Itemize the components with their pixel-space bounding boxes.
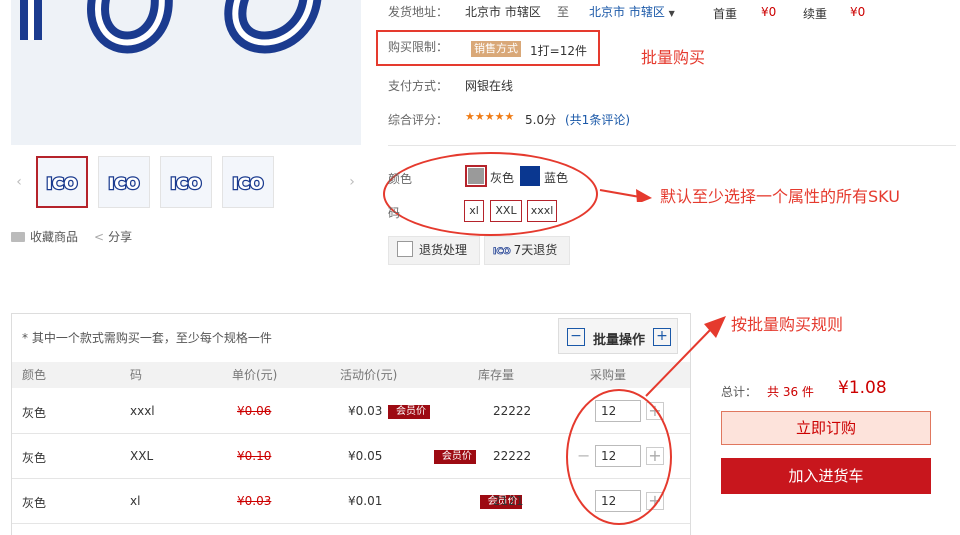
review-count-link[interactable]: (共1条评论) [565,111,630,128]
batch-note: * 其中一个款式需购买一套，至少每个规格一件 [22,331,272,345]
row-1-color: 灰色 [22,406,47,420]
return-service-tag: 退货处理 [388,236,480,265]
sku-highlight-ellipse [383,152,598,236]
arrow-annotation-icon [645,316,726,397]
row-1-stock: 22222 [493,404,532,418]
header-color: 颜色 [22,368,47,382]
payment-value: 网银在线 [465,79,514,93]
batch-operation-title: 批量操作 [593,333,646,348]
divider [388,145,956,146]
share-link[interactable]: < 分享 [94,229,132,245]
annotation-batch-rule: 按批量购买规则 [731,315,844,334]
thumbnail-1-logo: ICO [46,174,77,193]
batch-minus-button[interactable]: − [567,328,585,346]
add-to-cart-button[interactable]: 加入进货车 [721,458,931,494]
shipping-destination-select[interactable]: 北京市 市辖区 ▼ [589,3,675,20]
thumbnail-4-logo: ICO [232,174,263,193]
thumbnail-2[interactable]: ICO [98,156,150,208]
order-now-button[interactable]: 立即订购 [721,411,931,445]
thumbnail-3[interactable]: ICO [160,156,212,208]
color-option-gray-label: 灰色 [490,171,515,185]
arrow-annotation-icon [599,189,652,202]
thumbnail-1[interactable]: ICO [36,156,88,208]
total-amount: ¥1.08 [838,378,887,398]
size-option-xxl[interactable]: XXL [490,200,522,222]
seven-day-return-tag: ICO 7天退货 [484,236,570,265]
row-2-vip-badge: 会员价 [433,450,476,464]
shipping-from: 北京市 市辖区 [465,5,541,19]
shipping-to-separator: 至 [557,5,570,19]
row-3-color: 灰色 [22,496,47,510]
first-weight-price: ¥0 [761,5,777,19]
thumbnail-2-logo: ICO [108,174,139,193]
row-2-price: ¥0.10 [237,449,272,463]
share-label: 分享 [108,230,133,244]
header-promo-price: 活动价(元) [340,368,398,382]
row-2-color: 灰色 [22,451,47,465]
row-divider [12,523,690,524]
color-label: 颜色 [388,172,413,186]
row-2-size: XXL [130,449,154,463]
row-1-size: xxxl [130,404,155,418]
first-weight-label: 首重 [713,7,738,21]
annotation-batch-buy: 批量购买 [641,48,706,67]
favorite-link[interactable]: 收藏商品 [11,229,78,245]
thumb-next-button[interactable]: › [344,156,360,208]
thumb-prev-button[interactable]: ‹ [11,156,27,208]
row-2-stock: 22222 [493,449,532,463]
row-2-promo-price: ¥0.05 [348,449,383,463]
main-product-image [11,0,361,145]
folder-icon [11,232,25,242]
payment-label: 支付方式： [388,79,449,93]
shipping-label: 发货地址： [388,5,449,19]
thumbnail-4[interactable]: ICO [222,156,274,208]
extra-weight-price: ¥0 [850,5,866,19]
header-quantity: 采购量 [590,368,627,382]
return-service-label: 退货处理 [419,243,468,257]
total-count: 共 36 件 [767,385,814,399]
favorite-label: 收藏商品 [30,230,79,244]
sales-method-tag: 销售方式 [471,41,521,57]
chevron-down-icon: ▼ [668,9,675,18]
purchase-limit-rule: 1打=12件 [530,44,587,58]
checkbox-icon [397,241,413,257]
purchase-limit-label: 购买限制： [388,40,449,54]
row-1-price: ¥0.06 [237,404,272,418]
share-icon: < [94,230,105,244]
row-3-size: xl [130,494,141,508]
color-swatch-gray [468,168,484,184]
rating-label: 综合评分： [388,113,449,127]
rating-stars-icon: ★★★★★ [465,110,515,123]
rating-score: 5.0分 [525,113,557,127]
header-size: 码 [130,368,143,382]
annotation-default-sku: 默认至少选择一个属性的所有SKU [660,187,900,206]
row-3-promo-price: ¥0.01 [348,494,383,508]
size-label: 码 [388,206,401,220]
shipping-destination-value: 北京市 市辖区 [589,5,665,19]
seven-day-return-label: 7天退货 [513,243,558,257]
row-3-price: ¥0.03 [237,494,272,508]
size-option-xl[interactable]: xl [464,200,484,222]
size-option-xxxl[interactable]: xxxl [527,200,557,222]
quantity-highlight-ellipse [566,389,672,525]
color-option-blue[interactable] [520,166,540,186]
ico-badge-icon: ICO [493,247,511,258]
row-1-vip-badge: 会员价 [388,405,430,419]
row-1-promo-price: ¥0.03 [348,404,383,418]
color-option-gray[interactable] [465,165,487,187]
color-option-blue-label: 蓝色 [544,171,569,185]
thumbnail-3-logo: ICO [170,174,201,193]
row-3-stock: 2121 [493,494,524,508]
header-stock: 库存量 [478,368,515,382]
total-label: 总计： [721,385,758,399]
header-price: 单价(元) [232,368,278,382]
extra-weight-label: 续重 [803,7,828,21]
